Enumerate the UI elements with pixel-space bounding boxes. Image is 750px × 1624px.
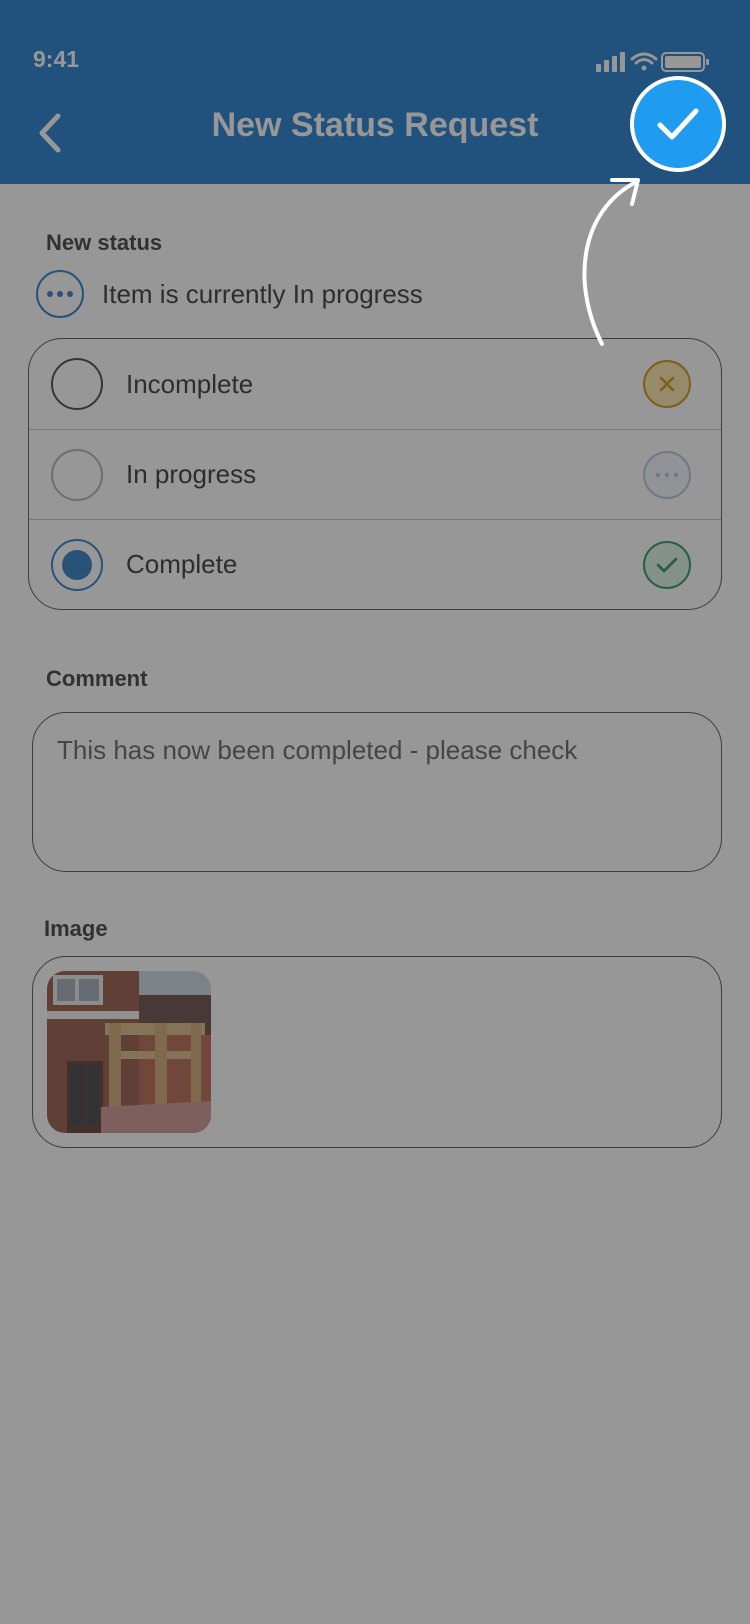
- option-label: Complete: [126, 549, 238, 579]
- check-icon: [643, 540, 691, 589]
- signal-icon: [596, 52, 625, 72]
- status-bar-icons: [594, 50, 714, 79]
- image-label: Image: [44, 916, 108, 941]
- new-status-label: New status: [46, 230, 163, 255]
- dots-icon: [643, 450, 691, 499]
- status-bar-time: 9:41: [33, 46, 80, 72]
- option-label: In progress: [126, 459, 257, 489]
- comment-label: Comment: [46, 666, 148, 691]
- status-option-complete[interactable]: Complete: [29, 519, 721, 609]
- checkmark-icon: [657, 108, 699, 140]
- battery-icon: [661, 52, 709, 72]
- status-options: Incomplete In progress Complete: [28, 338, 722, 610]
- option-label: Incomplete: [126, 368, 254, 399]
- confirm-button[interactable]: [630, 76, 726, 172]
- current-status: Item is currently In progress: [36, 270, 423, 318]
- nav-header: 9:41 New Status Request: [0, 0, 750, 184]
- image-thumbnail[interactable]: [47, 971, 211, 1133]
- in-progress-icon: [36, 270, 84, 318]
- current-status-text: Item is currently In progress: [102, 278, 423, 309]
- radio-incomplete[interactable]: [51, 358, 103, 410]
- image-field[interactable]: [32, 956, 722, 1148]
- status-option-in-progress[interactable]: In progress: [29, 429, 721, 519]
- radio-complete[interactable]: [51, 538, 103, 591]
- wifi-icon: [630, 52, 658, 71]
- x-icon: [643, 360, 691, 408]
- radio-in-progress[interactable]: [51, 448, 103, 501]
- tutorial-arrow: [582, 178, 640, 346]
- status-option-incomplete[interactable]: Incomplete: [29, 339, 721, 429]
- comment-field[interactable]: This has now been completed - please che…: [32, 712, 722, 872]
